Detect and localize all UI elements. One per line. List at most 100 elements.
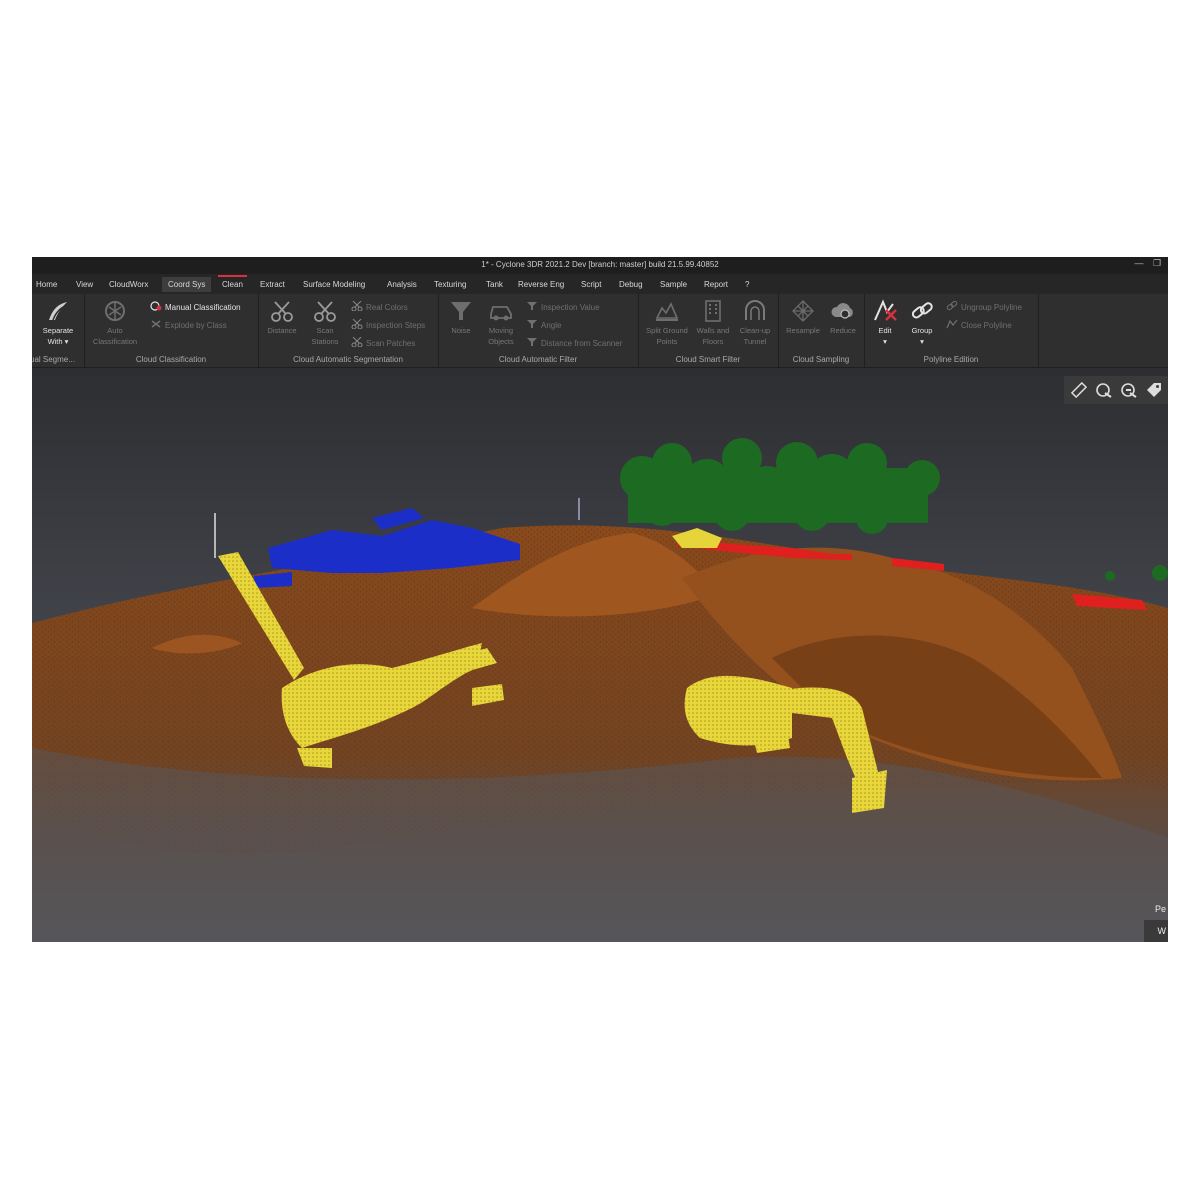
tab-surface-modeling[interactable]: Surface Modeling (299, 277, 369, 292)
scissors-icon (271, 301, 293, 322)
pick-icon[interactable] (1095, 381, 1113, 399)
filter-small-icon (527, 302, 537, 310)
angle-button[interactable]: Angle (526, 319, 561, 331)
scan-stations-button[interactable]: Scan Stations (302, 298, 348, 346)
distance-label: Distance (267, 326, 297, 335)
tab-cloudworx[interactable]: CloudWorx (105, 277, 152, 292)
reduce-button[interactable]: Reduce (820, 298, 866, 335)
manual-classification-button[interactable]: Manual Classification (150, 301, 241, 313)
pick-alt-icon[interactable] (1120, 381, 1138, 399)
tab-help[interactable]: ? (741, 277, 753, 292)
corner-button[interactable]: W (1144, 920, 1168, 942)
car-icon (490, 306, 512, 321)
scissors-icon (314, 301, 336, 322)
inspection-value-button[interactable]: Inspection Value (526, 301, 600, 313)
distance-from-scanner-button[interactable]: Distance from Scanner (526, 337, 622, 349)
unlink-icon (946, 301, 958, 311)
tab-report[interactable]: Report (700, 277, 732, 292)
separate-icon (49, 302, 69, 321)
group-label: Cloud Smart Filter (675, 355, 741, 364)
menu-bar: Home View CloudWorx Coord Sys Clean Extr… (32, 274, 1168, 294)
tab-sample[interactable]: Sample (656, 277, 691, 292)
group-cloud-automatic-segmentation: Distance Scan Stations Real Colors Inspe… (258, 294, 439, 367)
group-dropdown-icon[interactable]: ▾ (902, 337, 942, 346)
tag-icon[interactable] (1145, 381, 1163, 399)
point-cloud-scene[interactable] (32, 368, 1168, 942)
edit-dropdown-icon[interactable]: ▾ (865, 337, 905, 346)
group-label: Cloud Classification (135, 355, 207, 364)
separate-with-button[interactable]: Separate With ▾ (35, 298, 81, 346)
tab-tank[interactable]: Tank (482, 277, 507, 292)
restore-icon[interactable]: ❐ (1150, 258, 1164, 269)
tunnel-icon (745, 300, 765, 320)
ungroup-polyline-button[interactable]: Ungroup Polyline (946, 301, 1022, 313)
scan-stations-label: Scan (316, 326, 334, 335)
manual-classification-icon (150, 301, 162, 311)
moving-objects-button[interactable]: Moving Objects (478, 298, 524, 346)
auto-classification-button[interactable]: Auto Classification (92, 298, 138, 346)
small-vehicle (672, 528, 722, 548)
moving-objects-label: Moving (488, 326, 514, 335)
ruler-icon[interactable] (1070, 381, 1088, 399)
walls-floors-label-2: Floors (702, 337, 724, 346)
filter-small-icon (527, 338, 537, 346)
pole (214, 513, 216, 558)
auto-classification-label-2: Classification (92, 337, 138, 346)
scissors-small-icon (351, 301, 363, 311)
viewport-toolbar (1064, 376, 1168, 404)
funnel-icon (451, 302, 471, 320)
group-cloud-classification: Auto Classification Manual Classificatio… (84, 294, 259, 367)
3d-viewport[interactable]: Pe W (32, 368, 1168, 942)
chain-link-icon (911, 302, 933, 319)
tab-view[interactable]: View (72, 277, 97, 292)
vegetation-cluster (620, 438, 940, 534)
group-label: ual Segme... (32, 355, 75, 364)
title-bar: 1* - Cyclone 3DR 2021.2 Dev [branch: mas… (32, 257, 1168, 274)
real-colors-button[interactable]: Real Colors (351, 301, 408, 313)
close-polyline-button[interactable]: Close Polyline (946, 319, 1012, 331)
group-polyline-edition: Edit ▾ Group ▾ Ungroup Polyline Close Po… (864, 294, 1039, 367)
scan-patches-button[interactable]: Scan Patches (351, 337, 415, 349)
tab-script[interactable]: Script (577, 277, 605, 292)
group-label: Cloud Sampling (792, 355, 850, 364)
moving-objects-label-2: Objects (488, 337, 514, 346)
ribbon: Separate With ▾ ual Segme... Auto Classi… (32, 294, 1168, 368)
scan-stations-label-2: Stations (311, 337, 339, 346)
group-polyline-button[interactable]: Group ▾ (902, 298, 942, 346)
tab-texturing[interactable]: Texturing (430, 277, 470, 292)
tab-extract[interactable]: Extract (256, 277, 289, 292)
edit-polyline-button[interactable]: Edit ▾ (865, 298, 905, 346)
tab-reverse-eng[interactable]: Reverse Eng (514, 277, 568, 292)
group-label-text: Group (911, 326, 933, 335)
polyline-edit-icon (874, 299, 897, 321)
close-polyline-icon (946, 319, 958, 329)
separate-with-label: Separate (42, 326, 74, 335)
tab-analysis[interactable]: Analysis (383, 277, 421, 292)
scissors-small-icon (351, 319, 363, 329)
window-title: 1* - Cyclone 3DR 2021.2 Dev [branch: mas… (481, 260, 719, 269)
group-manual-segmentation: Separate With ▾ ual Segme... (32, 294, 85, 367)
tab-coord-sys[interactable]: Coord Sys (162, 277, 212, 292)
group-label: Cloud Automatic Segmentation (293, 355, 403, 364)
edit-label: Edit (878, 326, 892, 335)
walls-and-floors-button[interactable]: Walls and Floors (690, 298, 736, 346)
separate-with-label-2: With ▾ (47, 337, 69, 346)
explode-icon (151, 320, 161, 328)
walls-floors-label: Walls and (696, 326, 730, 335)
inspection-steps-button[interactable]: Inspection Steps (351, 319, 425, 331)
split-ground-points-button[interactable]: Split Ground Points (644, 298, 690, 346)
tab-debug[interactable]: Debug (615, 277, 647, 292)
tab-clean[interactable]: Clean (218, 275, 247, 292)
distance-button[interactable]: Distance (259, 298, 305, 335)
explode-by-class-button[interactable]: Explode by Class (150, 319, 227, 331)
clean-up-tunnel-label-2: Tunnel (743, 337, 767, 346)
group-cloud-automatic-filter: Noise Moving Objects Inspection Value An… (438, 294, 639, 367)
vegetation-right-edge (1105, 565, 1168, 581)
clean-up-tunnel-button[interactable]: Clean-up Tunnel (732, 298, 778, 346)
tab-home[interactable]: Home (32, 277, 61, 292)
split-ground-label: Split Ground (646, 326, 688, 335)
group-label: Polyline Edition (923, 355, 979, 364)
minimize-icon[interactable]: — (1132, 258, 1146, 268)
scissors-small-icon (351, 337, 363, 347)
group-cloud-sampling: Resample Reduce Cloud Sampling (778, 294, 865, 367)
